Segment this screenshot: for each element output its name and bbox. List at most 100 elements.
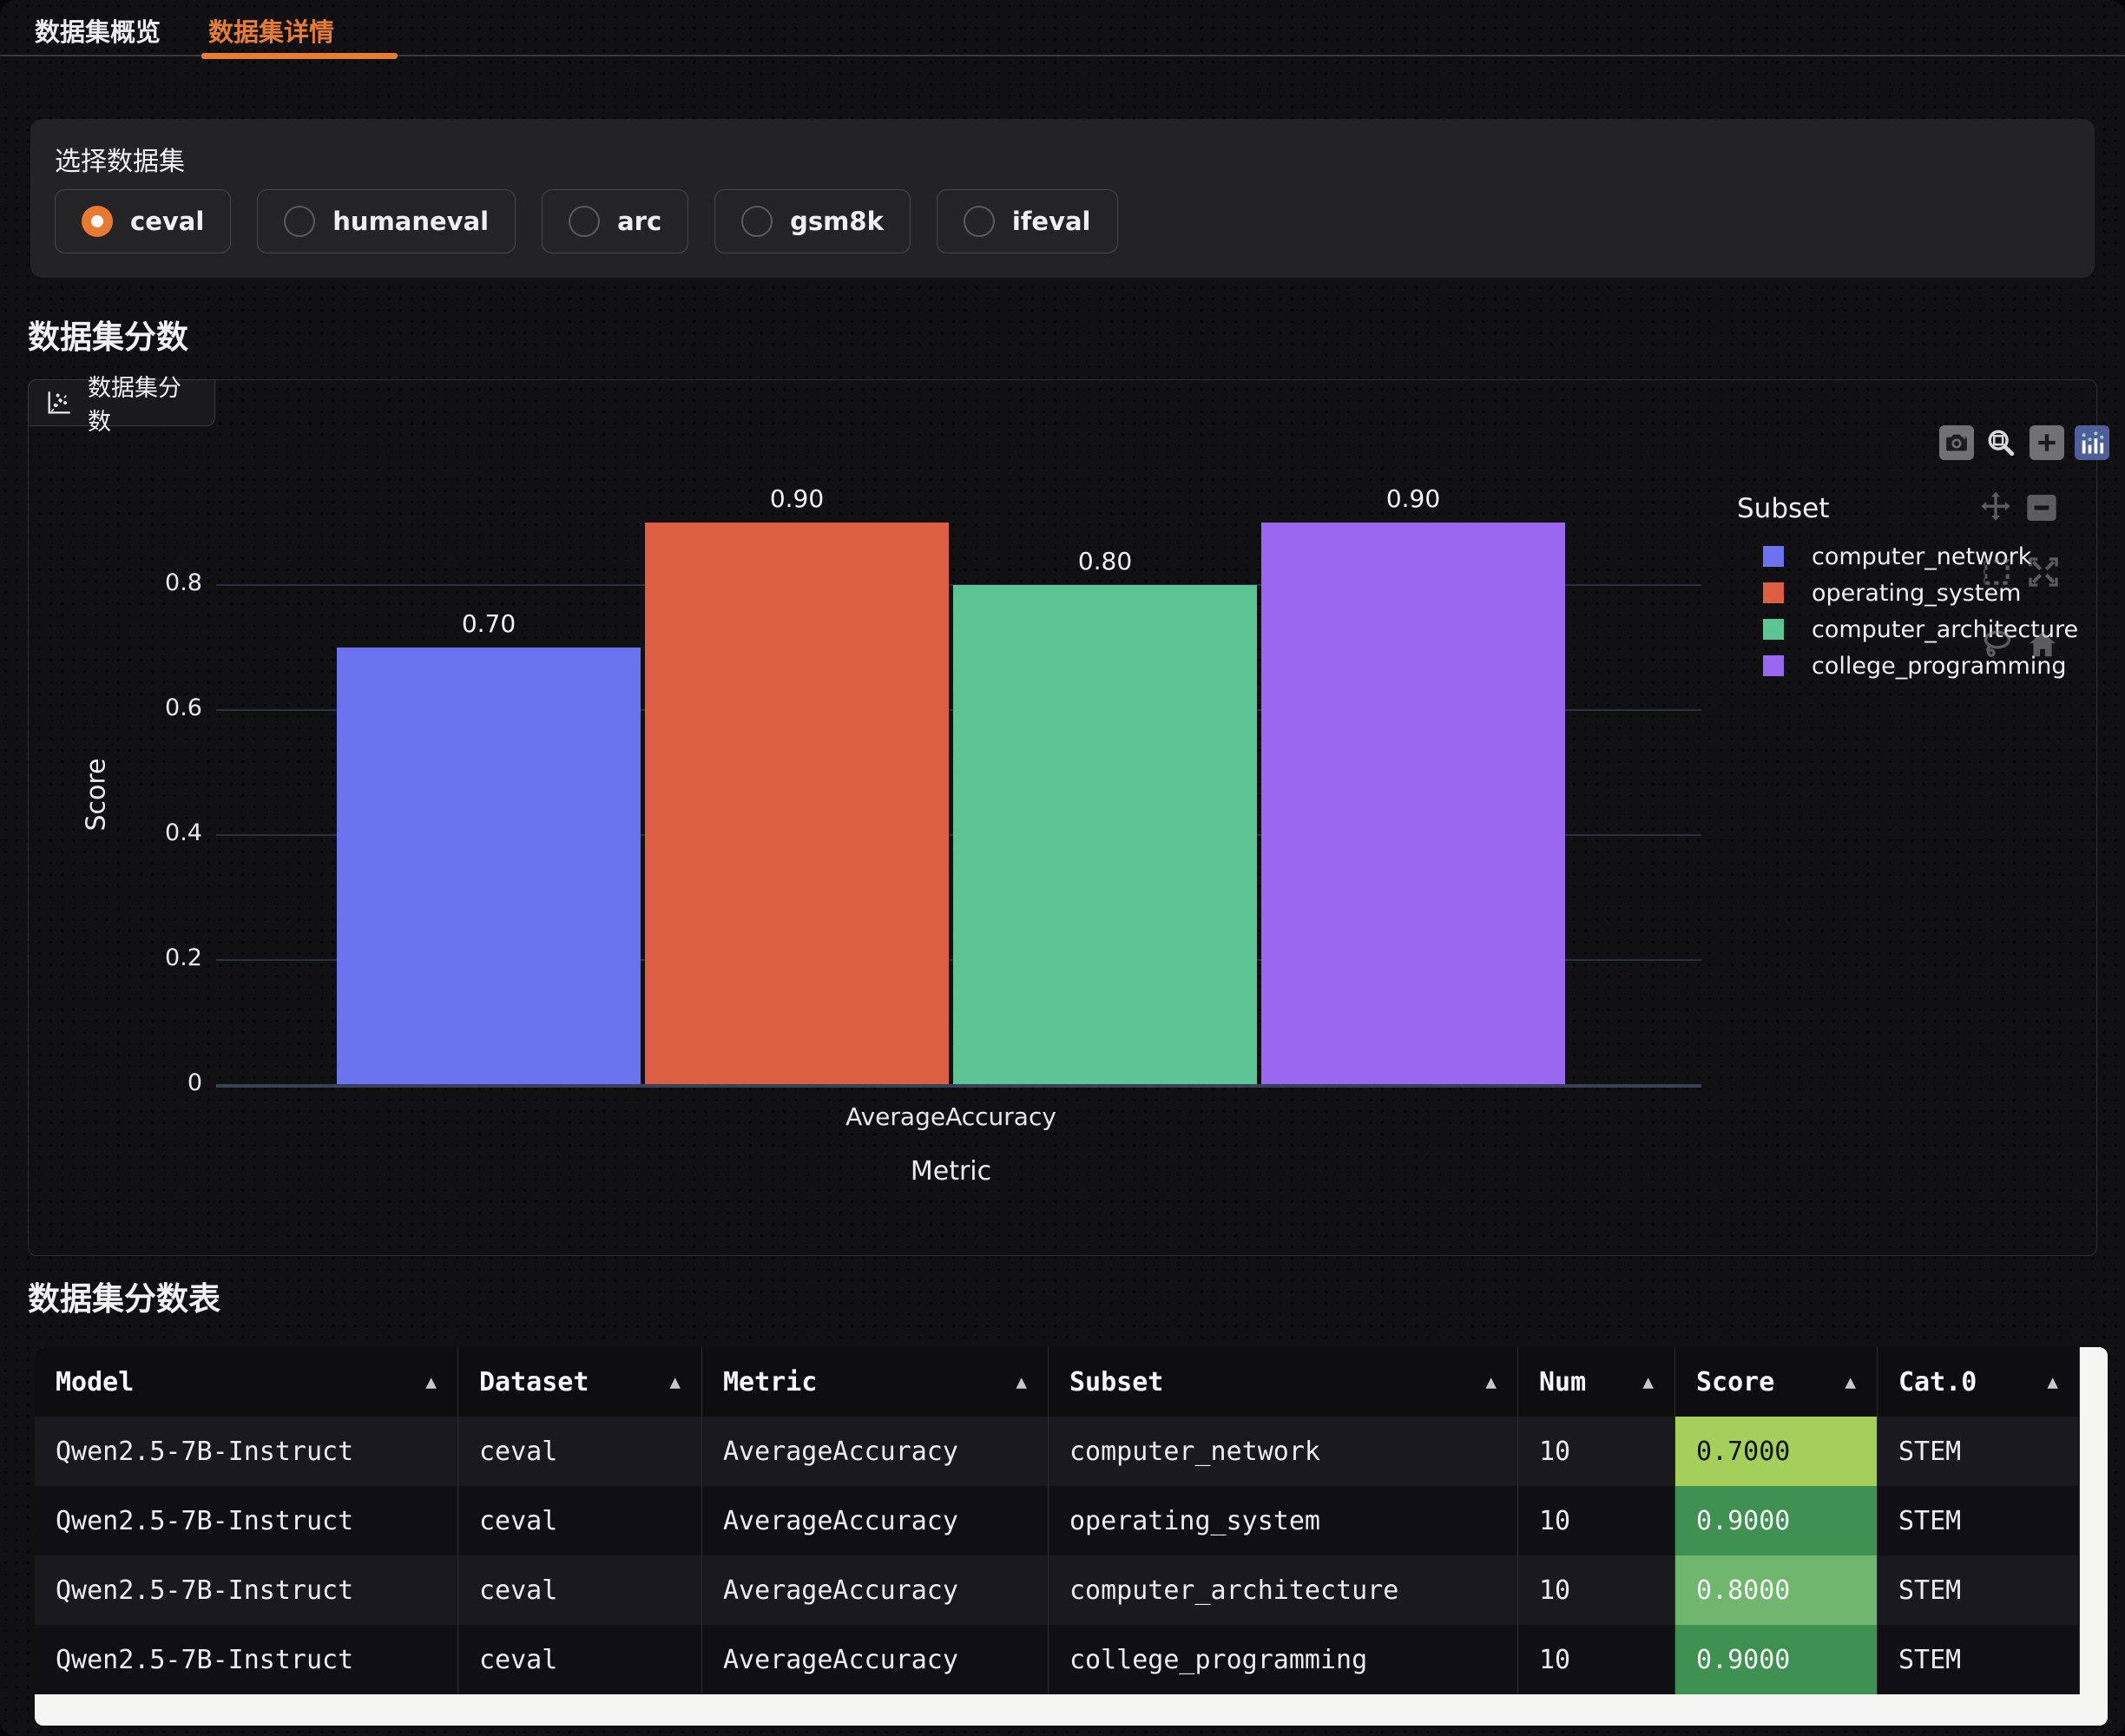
bar-computer_architecture — [953, 585, 1257, 1085]
modebar-camera-button[interactable] — [1939, 425, 1974, 460]
tab-dataset-detail[interactable]: 数据集详情 — [208, 12, 334, 49]
table-cell: 10 — [1518, 1625, 1675, 1694]
dataset-option-ceval[interactable]: ceval — [55, 189, 231, 253]
chart-section-title: 数据集分数 — [28, 311, 188, 358]
table-cell: 10 — [1518, 1417, 1675, 1486]
table-cell: STEM — [1878, 1417, 2080, 1486]
bar-operating_system — [645, 523, 949, 1085]
sort-arrow-icon[interactable]: ▲ — [1642, 1371, 1654, 1392]
x-tick-label: AverageAccuracy — [691, 1102, 1212, 1131]
legend-swatch — [1763, 655, 1784, 676]
bar-computer_network — [337, 648, 641, 1085]
sort-arrow-icon[interactable]: ▲ — [1845, 1371, 1856, 1392]
y-tick-label: 0.6 — [141, 694, 202, 721]
active-tab-underline — [201, 53, 398, 59]
tab-dataset-overview[interactable]: 数据集概览 — [35, 12, 161, 49]
dataset-option-label: gsm8k — [790, 207, 884, 236]
table-cell: AverageAccuracy — [702, 1417, 1049, 1486]
table-section-title: 数据集分数表 — [28, 1272, 220, 1319]
y-axis-title: Score — [82, 752, 112, 838]
table-cell: ceval — [458, 1625, 702, 1694]
bar-value-label: 0.90 — [645, 484, 949, 513]
table-header-row: Model▲Dataset▲Metric▲Subset▲Num▲Score▲Ca… — [35, 1347, 2080, 1417]
legend-swatch — [1763, 582, 1784, 603]
sort-arrow-icon[interactable]: ▲ — [425, 1371, 437, 1392]
table-cell: AverageAccuracy — [702, 1555, 1049, 1625]
table-horizontal-scrollbar[interactable] — [35, 1694, 2108, 1726]
radio-unselected-icon — [569, 206, 600, 237]
modebar-zoom-button[interactable] — [1984, 425, 2018, 460]
table-cell: AverageAccuracy — [702, 1625, 1049, 1694]
dataset-picker-label: 选择数据集 — [55, 140, 2070, 178]
legend-swatch — [1763, 619, 1784, 640]
dataset-option-label: ifeval — [1012, 207, 1091, 236]
dataset-option-label: ceval — [130, 207, 204, 236]
modebar-zoom-in-button[interactable] — [2030, 425, 2064, 460]
table-cell: operating_system — [1049, 1486, 1518, 1555]
column-header-num[interactable]: Num▲ — [1518, 1347, 1675, 1417]
bar-chart: 00.20.40.60.80.700.900.800.90AverageAccu… — [29, 380, 2096, 1255]
table-cell: ceval — [458, 1555, 702, 1625]
column-header-model[interactable]: Model▲ — [35, 1347, 458, 1417]
score-cell: 0.9000 — [1675, 1625, 1878, 1694]
bar-college_programming — [1261, 523, 1565, 1085]
column-header-score[interactable]: Score▲ — [1675, 1347, 1878, 1417]
score-cell: 0.8000 — [1675, 1555, 1878, 1625]
chart-card: 数据集分数 00.20.40.60.80.700.900.800.90Avera… — [28, 379, 2097, 1256]
bar-value-label: 0.80 — [953, 547, 1257, 575]
column-header-subset[interactable]: Subset▲ — [1049, 1347, 1518, 1417]
table-row: Qwen2.5-7B-InstructcevalAverageAccuracyc… — [35, 1417, 2080, 1486]
modebar-plotly-logo[interactable] — [2075, 425, 2109, 460]
modebar-lasso-button[interactable] — [1979, 625, 2016, 661]
score-cell: 0.7000 — [1675, 1417, 1878, 1486]
dataset-option-gsm8k[interactable]: gsm8k — [714, 189, 911, 253]
modebar-autoscale-button[interactable] — [2025, 554, 2062, 590]
legend-title: Subset — [1737, 493, 1829, 524]
app-container: 数据集概览 数据集详情 选择数据集 ceval humaneval arc gsm8k… — [0, 0, 2125, 1736]
table-cell: Qwen2.5-7B-Instruct — [35, 1486, 458, 1555]
modebar-zoom-out-button[interactable] — [2023, 490, 2060, 526]
y-tick-label: 0 — [141, 1069, 202, 1096]
dataset-option-humaneval[interactable]: humaneval — [257, 189, 516, 253]
table-cell: Qwen2.5-7B-Instruct — [35, 1555, 458, 1625]
radio-unselected-icon — [741, 206, 773, 237]
dataset-option-label: arc — [617, 207, 661, 236]
column-header-dataset[interactable]: Dataset▲ — [458, 1347, 702, 1417]
scores-table: Model▲Dataset▲Metric▲Subset▲Num▲Score▲Ca… — [35, 1347, 2108, 1726]
bar-value-label: 0.90 — [1261, 484, 1565, 513]
x-axis-line — [216, 1084, 1701, 1088]
legend-item-college_programming[interactable]: college_programming — [1763, 650, 2067, 681]
modebar-pan-button[interactable] — [1977, 489, 2014, 525]
radio-selected-icon — [82, 206, 113, 237]
sort-arrow-icon[interactable]: ▲ — [1485, 1371, 1497, 1392]
legend-swatch — [1763, 546, 1784, 567]
radio-unselected-icon — [284, 206, 315, 237]
dataset-radio-group: ceval humaneval arc gsm8k ifeval — [55, 189, 1118, 253]
table-cell: computer_architecture — [1049, 1555, 1518, 1625]
score-cell: 0.9000 — [1675, 1486, 1878, 1555]
table-cell: Qwen2.5-7B-Instruct — [35, 1625, 458, 1694]
y-tick-label: 0.8 — [141, 569, 202, 596]
table-body-area: Model▲Dataset▲Metric▲Subset▲Num▲Score▲Ca… — [35, 1347, 2080, 1694]
table-cell: 10 — [1518, 1555, 1675, 1625]
column-header-metric[interactable]: Metric▲ — [702, 1347, 1049, 1417]
table-cell: STEM — [1878, 1625, 2080, 1694]
dataset-option-arc[interactable]: arc — [542, 189, 688, 253]
sort-arrow-icon[interactable]: ▲ — [1016, 1371, 1027, 1392]
sort-arrow-icon[interactable]: ▲ — [669, 1371, 681, 1392]
table-row: Qwen2.5-7B-InstructcevalAverageAccuracyc… — [35, 1625, 2080, 1694]
y-tick-label: 0.4 — [141, 819, 202, 846]
modebar-box-select-button[interactable] — [1978, 554, 2015, 590]
table-cell: STEM — [1878, 1486, 2080, 1555]
dataset-option-label: humaneval — [332, 207, 489, 236]
table-cell: 10 — [1518, 1486, 1675, 1555]
table-vertical-scrollbar[interactable] — [2080, 1347, 2108, 1726]
table-cell: STEM — [1878, 1555, 2080, 1625]
modebar-reset-home-button[interactable] — [2024, 626, 2061, 662]
dataset-option-ifeval[interactable]: ifeval — [937, 189, 1118, 253]
dataset-picker-panel: 选择数据集 ceval humaneval arc gsm8k ifeval — [30, 119, 2095, 278]
column-header-cat-0[interactable]: Cat.0▲ — [1878, 1347, 2080, 1417]
sort-arrow-icon[interactable]: ▲ — [2047, 1371, 2058, 1392]
x-axis-title: Metric — [691, 1156, 1212, 1187]
table-cell: ceval — [458, 1417, 702, 1486]
